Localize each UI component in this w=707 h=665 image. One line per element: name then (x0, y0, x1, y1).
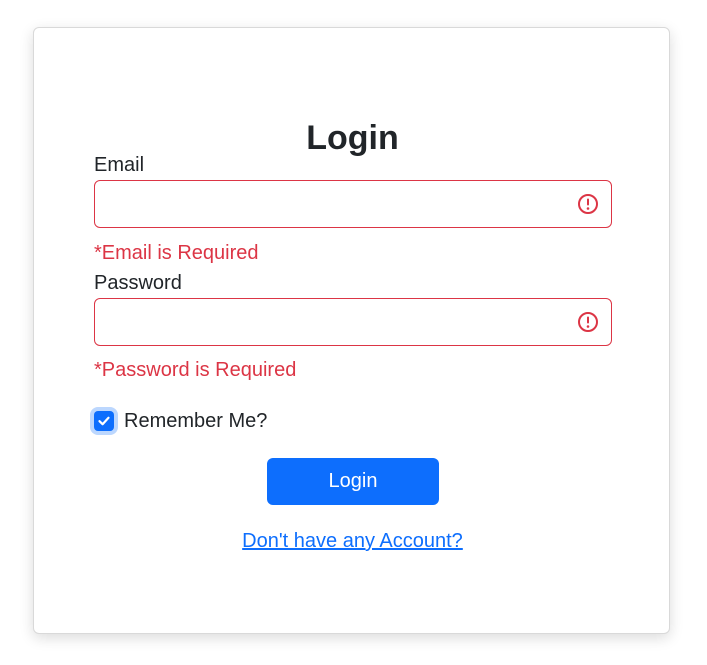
remember-me-label: Remember Me? (124, 409, 268, 432)
check-icon (98, 416, 110, 426)
login-button[interactable]: Login (267, 458, 439, 505)
password-label: Password (94, 272, 182, 294)
email-error-message: *Email is Required (94, 242, 259, 264)
email-field[interactable] (95, 181, 555, 225)
email-field-wrapper (94, 180, 612, 228)
password-field-wrapper (94, 298, 612, 346)
remember-me-row[interactable]: Remember Me? (90, 405, 267, 437)
exclamation-circle-icon (578, 194, 598, 214)
signup-link[interactable]: Don't have any Account? (34, 528, 671, 554)
password-field[interactable] (95, 299, 555, 343)
remember-me-checkbox[interactable] (94, 411, 114, 431)
email-label: Email (94, 154, 145, 176)
password-error-message: *Password is Required (94, 359, 297, 381)
exclamation-circle-icon (578, 312, 598, 332)
login-card: Login Email *Email is Required Password … (33, 27, 670, 634)
